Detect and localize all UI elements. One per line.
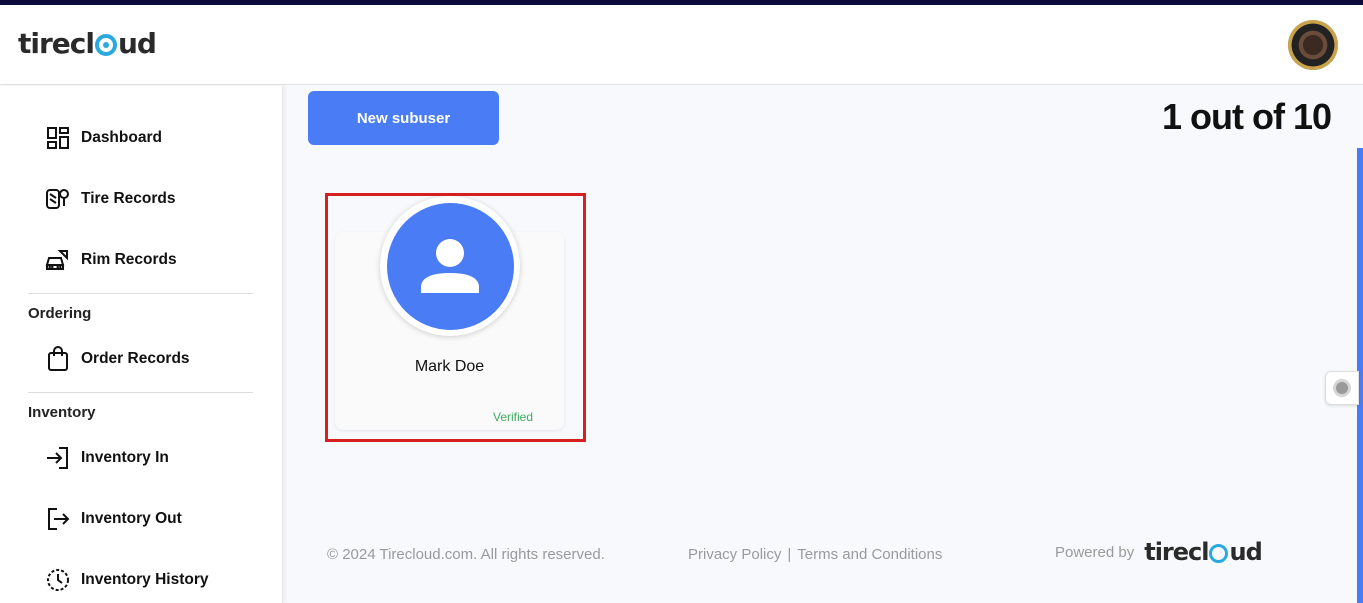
- sidebar-section-inventory: Inventory: [28, 404, 96, 421]
- sidebar-item-order-records[interactable]: Order Records: [45, 345, 190, 373]
- logo-wheel-icon: [94, 34, 117, 56]
- footer-separator: |: [787, 546, 792, 563]
- sidebar-item-inventory-out[interactable]: Inventory Out: [45, 505, 182, 533]
- sidebar-item-label: Tire Records: [81, 190, 176, 207]
- logo-text-part-1: tirecl: [18, 27, 95, 60]
- footer-logo-text-part-2: ud: [1229, 538, 1262, 566]
- tire-records-icon: [45, 186, 71, 212]
- footer-links: Privacy Policy | Terms and Conditions: [688, 546, 942, 563]
- new-subuser-button[interactable]: New subuser: [308, 91, 499, 145]
- sidebar-item-label: Dashboard: [81, 129, 162, 146]
- sidebar: Dashboard Tire Records Rim Records Order…: [0, 86, 283, 603]
- sidebar-divider: [28, 293, 253, 294]
- terms-link[interactable]: Terms and Conditions: [797, 546, 942, 563]
- sidebar-item-label: Inventory In: [81, 449, 169, 466]
- sidebar-item-inventory-history[interactable]: Inventory History: [45, 566, 208, 594]
- user-avatar[interactable]: [1288, 20, 1338, 70]
- tirecloud-logo[interactable]: tirecl ud: [18, 27, 157, 60]
- sidebar-item-label: Inventory Out: [81, 510, 182, 527]
- logout-arrow-icon: [45, 506, 71, 532]
- dashboard-icon: [45, 125, 71, 151]
- history-clock-icon: [45, 567, 71, 593]
- powered-by-label: Powered by: [1055, 543, 1135, 561]
- rim-records-icon: [45, 247, 71, 273]
- logo-text-part-2: ud: [117, 27, 157, 60]
- floating-widget-button[interactable]: [1325, 371, 1359, 405]
- sidebar-divider: [28, 392, 253, 393]
- footer-logo[interactable]: tirecl ud: [1144, 538, 1263, 566]
- sidebar-item-dashboard[interactable]: Dashboard: [45, 124, 162, 152]
- header: tirecl ud: [0, 5, 1363, 85]
- sidebar-item-tire-records[interactable]: Tire Records: [45, 185, 175, 213]
- sidebar-item-label: Order Records: [81, 350, 190, 367]
- widget-circle-icon: [1333, 379, 1351, 397]
- sidebar-item-inventory-in[interactable]: Inventory In: [45, 444, 169, 472]
- privacy-policy-link[interactable]: Privacy Policy: [688, 546, 781, 563]
- footer-copyright: © 2024 Tirecloud.com. All rights reserve…: [327, 546, 605, 563]
- footer-logo-text-part-1: tirecl: [1144, 538, 1209, 566]
- sidebar-item-rim-records[interactable]: Rim Records: [45, 246, 177, 274]
- powered-by: Powered by tirecl ud: [1055, 538, 1263, 566]
- shopping-bag-icon: [45, 346, 71, 372]
- login-arrow-icon: [45, 445, 71, 471]
- pagination-indicator: 1 out of 10: [1161, 96, 1332, 137]
- sidebar-item-label: Inventory History: [81, 571, 209, 588]
- logo-wheel-icon: [1209, 543, 1229, 563]
- selection-highlight: [325, 193, 586, 442]
- main-content: New subuser 1 out of 10 Mark Doe Verifie…: [283, 86, 1357, 603]
- sidebar-item-label: Rim Records: [81, 251, 177, 268]
- sidebar-section-ordering: Ordering: [28, 305, 92, 322]
